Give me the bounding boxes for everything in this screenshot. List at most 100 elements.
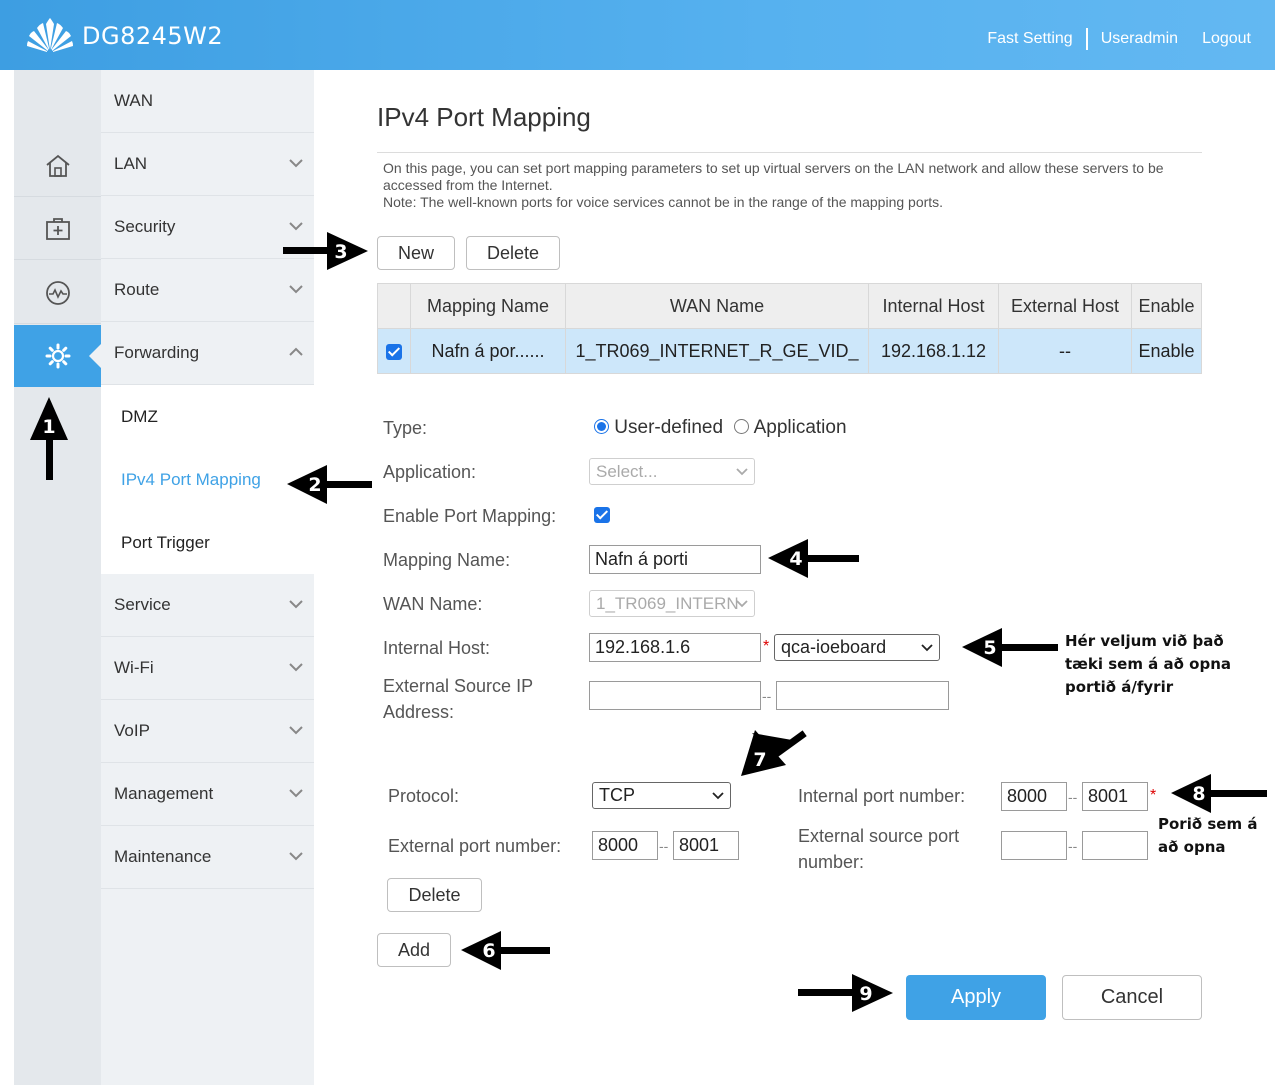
ext-source-ip-start-input[interactable]: [589, 681, 761, 710]
chevron-down-icon: [289, 852, 303, 861]
chevron-down-icon: [289, 600, 303, 609]
annotation-number: 3: [334, 241, 347, 263]
sidebar-item-wifi[interactable]: Wi-Fi: [101, 637, 314, 700]
application-radio[interactable]: [734, 419, 750, 434]
internal-port-start-input[interactable]: 8000: [1001, 782, 1067, 811]
internal-port-end-input[interactable]: 8001: [1082, 782, 1148, 811]
nav-home[interactable]: [14, 135, 101, 197]
sidebar-item-service[interactable]: Service: [101, 574, 314, 637]
sidebar-item-forwarding[interactable]: Forwarding: [101, 322, 314, 385]
wan-name-label: WAN Name:: [383, 594, 483, 614]
type-label: Type:: [383, 418, 428, 438]
ext-source-port-start-input[interactable]: [1001, 831, 1067, 860]
mapping-name-input[interactable]: Nafn á porti: [589, 545, 761, 574]
annotation-note-8: Porið sem á að opna: [1158, 813, 1257, 859]
logout-link[interactable]: Logout: [1202, 30, 1251, 48]
row-checkbox-cell[interactable]: [377, 328, 411, 374]
home-icon: [45, 154, 70, 177]
divider: [1085, 28, 1088, 50]
table-header-row: Mapping Name WAN Name Internal Host Exte…: [377, 283, 1202, 329]
range-dash: --: [762, 688, 772, 704]
select-column-header: [377, 283, 411, 329]
annotation-arrow-9: [798, 974, 893, 1012]
chevron-down-icon: [289, 663, 303, 672]
note-text: Note: The well-known ports for voice ser…: [383, 194, 944, 210]
divider: [377, 152, 1202, 153]
column-header: WAN Name: [565, 283, 869, 329]
chevron-down-icon: [289, 726, 303, 735]
user-defined-radio[interactable]: [594, 419, 609, 434]
annotation-number: 5: [983, 637, 996, 659]
table-cell: 1_TR069_INTERNET_R_GE_VID_: [565, 328, 869, 374]
annotation-arrow-6: [461, 931, 550, 970]
row-checkbox[interactable]: [386, 343, 402, 360]
ext-source-ip-label: External Source IP Address:: [383, 673, 533, 725]
sidebar-subitem-ipv4-port-mapping[interactable]: IPv4 Port Mapping: [101, 448, 314, 511]
internal-host-label: Internal Host:: [383, 638, 491, 658]
enable-label: Enable Port Mapping:: [383, 506, 557, 526]
enable-port-mapping-checkbox[interactable]: [594, 507, 610, 523]
internal-host-input[interactable]: 192.168.1.6: [589, 633, 761, 662]
sidebar-subitem-port-trigger[interactable]: Port Trigger: [101, 511, 314, 574]
forwarding-submenu: DMZ IPv4 Port Mapping Port Trigger: [101, 385, 314, 574]
chevron-down-icon: [736, 468, 748, 476]
ext-source-port-label: External source port number:: [798, 823, 959, 875]
nav-diagnose[interactable]: [14, 198, 101, 260]
table-row[interactable]: Nafn á por...... 1_TR069_INTERNET_R_GE_V…: [377, 328, 1202, 374]
protocol-label: Protocol:: [388, 786, 460, 806]
table-cell: Nafn á por......: [410, 328, 566, 374]
apply-button[interactable]: Apply: [906, 975, 1046, 1020]
wan-name-select[interactable]: 1_TR069_INTERN: [589, 590, 755, 617]
internal-host-device-select[interactable]: qca-ioeboard: [774, 634, 940, 661]
label-line: External Source IP: [383, 676, 534, 696]
sidebar-item-label: Maintenance: [114, 847, 212, 866]
application-select[interactable]: Select...: [589, 458, 755, 485]
sidebar-item-label: Security: [114, 217, 176, 236]
label-line: External source port: [798, 826, 960, 846]
type-radio-group: User-defined Application: [594, 417, 847, 439]
sidebar-item-management[interactable]: Management: [101, 763, 314, 826]
annotation-number: 9: [859, 983, 872, 1005]
protocol-select[interactable]: TCP: [592, 782, 731, 809]
sidebar-item-voip[interactable]: VoIP: [101, 700, 314, 763]
annotation-arrow-5: [962, 628, 1058, 667]
sidebar-item-security[interactable]: Security: [101, 196, 314, 259]
external-port-end-input[interactable]: 8001: [673, 831, 739, 860]
sidebar-item-maintenance[interactable]: Maintenance: [101, 826, 314, 889]
sidebar-item-lan[interactable]: LAN: [101, 133, 314, 196]
select-value: qca-ioeboard: [781, 637, 887, 657]
sidebar-item-route[interactable]: Route: [101, 259, 314, 322]
sidebar-item-label: LAN: [114, 154, 148, 173]
ext-source-ip-end-input[interactable]: [776, 681, 949, 710]
note-line: Porið sem á: [1158, 815, 1258, 833]
cancel-button[interactable]: Cancel: [1062, 975, 1202, 1020]
fast-setting-link[interactable]: Fast Setting: [987, 30, 1072, 48]
nav-status[interactable]: [14, 262, 101, 324]
note-line: portið á/fyrir: [1065, 678, 1174, 696]
useradmin-link[interactable]: Useradmin: [1101, 30, 1178, 48]
ext-source-port-end-input[interactable]: [1082, 831, 1148, 860]
sidebar-item-wan[interactable]: WAN: [101, 70, 314, 133]
radio-label: Application: [753, 417, 847, 438]
chevron-down-icon: [289, 159, 303, 168]
page-title: IPv4 Port Mapping: [377, 102, 591, 132]
external-port-start-input[interactable]: 8000: [592, 831, 658, 860]
table-cell: --: [998, 328, 1132, 374]
add-button[interactable]: Add: [377, 933, 451, 967]
internal-port-label: Internal port number:: [798, 786, 966, 806]
table-cell: Enable: [1131, 328, 1202, 374]
sidebar-item-label: Forwarding: [114, 343, 200, 362]
sidebar-menu: WAN LAN Security Route Forwarding DMZ IP…: [101, 70, 314, 889]
protocol-delete-button[interactable]: Delete: [387, 878, 482, 912]
nav-advanced[interactable]: [14, 325, 101, 387]
sidebar-subitem-dmz[interactable]: DMZ: [101, 385, 314, 448]
new-button[interactable]: New: [377, 236, 455, 270]
gear-icon: [45, 343, 70, 369]
sidebar-item-label: WAN: [114, 91, 154, 110]
annotation-arrow-7: [741, 730, 807, 776]
huawei-logo-icon: [27, 18, 73, 52]
column-header: Internal Host: [868, 283, 999, 329]
range-dash: --: [659, 838, 669, 854]
pulse-icon: [45, 280, 70, 305]
delete-button[interactable]: Delete: [466, 236, 560, 270]
